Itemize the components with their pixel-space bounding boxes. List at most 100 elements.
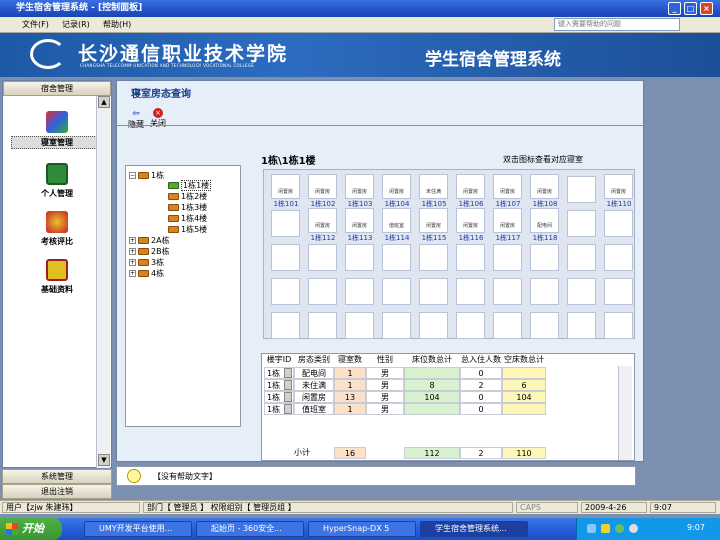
tree-node-building-4[interactable]: +4栋 (129, 268, 164, 279)
table-cell[interactable]: 6 (502, 379, 546, 391)
close-window-button[interactable]: × (700, 2, 713, 15)
expand-icon[interactable]: + (129, 237, 136, 244)
table-cell[interactable] (502, 367, 546, 379)
room-icon[interactable]: 配电间 (530, 208, 559, 233)
table-cell[interactable] (502, 403, 546, 415)
room-label[interactable]: 1栋118 (527, 233, 563, 243)
sidebar-item-room-mgmt[interactable]: 寝室管理 (3, 111, 111, 149)
sidebar-scrollbar[interactable]: ▲ ▼ (96, 96, 110, 468)
table-cell[interactable]: 男 (366, 391, 404, 403)
table-cell[interactable]: 未住满 (294, 379, 334, 391)
column-header[interactable]: 房态类别 (294, 354, 334, 366)
table-cell[interactable]: 0 (460, 403, 502, 415)
task-360[interactable]: 起始页 - 360安全... (196, 521, 304, 537)
expand-icon[interactable]: + (129, 248, 136, 255)
dropdown-icon[interactable] (284, 392, 292, 402)
room-icon[interactable]: 闲置房 (530, 174, 559, 199)
building-tree[interactable]: − 1栋 1栋1楼 1栋2楼 1栋3楼 1栋4楼 1栋5楼 +2A栋 +2B栋 +… (125, 165, 241, 427)
dropdown-icon[interactable] (284, 380, 292, 390)
tree-node-floor-4[interactable]: 1栋4楼 (168, 213, 207, 224)
room-label[interactable]: 1栋115 (416, 233, 452, 243)
collapse-icon[interactable]: − (129, 172, 136, 179)
network-icon[interactable] (587, 524, 596, 533)
column-header[interactable]: 总入住人数 (460, 354, 502, 366)
room-label[interactable]: 1栋117 (490, 233, 526, 243)
tree-node-floor-1[interactable]: 1栋1楼 (168, 180, 212, 191)
room-icon[interactable]: 闲置房 (604, 174, 633, 199)
column-header[interactable]: 性别 (366, 354, 404, 366)
table-cell[interactable]: 2 (460, 379, 502, 391)
table-cell[interactable]: 配电间 (294, 367, 334, 379)
table-scrollbar[interactable] (618, 366, 632, 460)
tree-node-building-2a[interactable]: +2A栋 (129, 235, 170, 246)
room-icon[interactable]: 闲置房 (456, 208, 485, 233)
table-cell[interactable]: 1 (334, 379, 366, 391)
tree-node-floor-5[interactable]: 1栋5楼 (168, 224, 207, 235)
menu-record[interactable]: 记录(R) (62, 19, 90, 30)
expand-icon[interactable]: + (129, 270, 136, 277)
logout-button[interactable]: 退出注销 (2, 484, 112, 499)
room-icon[interactable]: 闲置房 (382, 174, 411, 199)
system-management-button[interactable]: 系统管理 (2, 469, 112, 484)
task-dorm-system[interactable]: 学生宿舍管理系统... (420, 521, 528, 537)
table-cell[interactable]: 104 (502, 391, 546, 403)
menu-help[interactable]: 帮助(H) (103, 19, 131, 30)
start-button[interactable]: 开始 (0, 518, 62, 540)
tray-app-icon[interactable] (615, 524, 624, 533)
table-cell[interactable]: 104 (404, 391, 460, 403)
table-cell[interactable]: 男 (366, 367, 404, 379)
room-label[interactable]: 1栋116 (453, 233, 489, 243)
room-icon[interactable]: 闲置房 (419, 208, 448, 233)
table-cell[interactable]: 0 (460, 391, 502, 403)
table-cell[interactable]: 13 (334, 391, 366, 403)
hide-button[interactable]: ⇦ 隐藏 (125, 109, 147, 130)
dropdown-icon[interactable] (284, 404, 292, 414)
room-label[interactable]: 1栋110 (601, 199, 637, 209)
room-label[interactable]: 1栋112 (305, 233, 341, 243)
help-search-input[interactable]: 键入需要帮助的问题 (554, 18, 680, 31)
column-header[interactable]: 空床数总计 (502, 354, 546, 366)
sidebar-item-assessment[interactable]: 考核评比 (3, 211, 111, 247)
scroll-up-icon[interactable]: ▲ (98, 96, 110, 108)
room-label[interactable]: 1栋114 (379, 233, 415, 243)
tree-node-building-2b[interactable]: +2B栋 (129, 246, 170, 257)
table-cell[interactable]: 1 (334, 403, 366, 415)
sidebar-item-basic-data[interactable]: 基础资料 (3, 259, 111, 295)
room-label[interactable]: 1栋113 (342, 233, 378, 243)
minimize-button[interactable]: _ (668, 2, 681, 15)
column-header[interactable]: 床位数总计 (404, 354, 460, 366)
table-cell[interactable]: 1 (334, 367, 366, 379)
column-header[interactable]: 楼宇ID (264, 354, 294, 366)
task-umy[interactable]: UMY开发平台使用... (84, 521, 192, 537)
sidebar-header[interactable]: 宿舍管理 (3, 81, 111, 96)
table-cell[interactable]: 值班室 (294, 403, 334, 415)
tree-node-floor-2[interactable]: 1栋2楼 (168, 191, 207, 202)
room-icon[interactable]: 闲置房 (308, 208, 337, 233)
tree-node-building-1[interactable]: − 1栋 (129, 170, 164, 181)
room-icon[interactable]: 闲置房 (271, 174, 300, 199)
expand-icon[interactable]: + (129, 259, 136, 266)
column-header[interactable]: 寝室数 (334, 354, 366, 366)
room-icon[interactable]: 闲置房 (493, 174, 522, 199)
room-icon[interactable]: 闲置房 (493, 208, 522, 233)
dropdown-icon[interactable] (284, 368, 292, 378)
table-cell[interactable]: 男 (366, 403, 404, 415)
room-icon[interactable]: 未住满 (419, 174, 448, 199)
menu-file[interactable]: 文件(F) (22, 19, 49, 30)
table-cell[interactable]: 闲置房 (294, 391, 334, 403)
security-icon[interactable] (601, 524, 610, 533)
table-cell[interactable]: 0 (460, 367, 502, 379)
maximize-button[interactable]: □ (684, 2, 697, 15)
scroll-down-icon[interactable]: ▼ (98, 454, 110, 466)
tree-node-building-3[interactable]: +3栋 (129, 257, 164, 268)
room-label[interactable]: 1栋101 (268, 199, 304, 209)
room-icon[interactable]: 闲置房 (345, 174, 374, 199)
room-icon[interactable]: 闲置房 (456, 174, 485, 199)
table-cell[interactable] (404, 367, 460, 379)
table-cell[interactable] (404, 403, 460, 415)
task-hypersnap[interactable]: HyperSnap-DX 5 (308, 521, 416, 537)
table-cell[interactable]: 男 (366, 379, 404, 391)
room-icon[interactable]: 值班室 (382, 208, 411, 233)
room-icon[interactable]: 闲置房 (345, 208, 374, 233)
sidebar-item-personal[interactable]: 个人管理 (3, 163, 111, 199)
